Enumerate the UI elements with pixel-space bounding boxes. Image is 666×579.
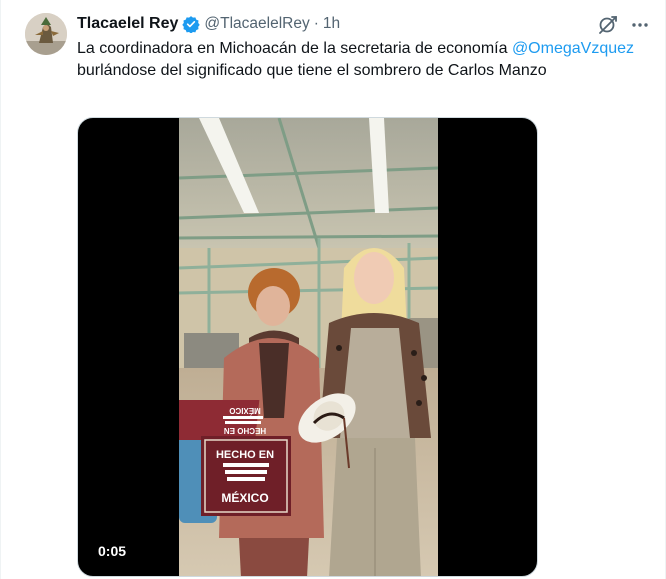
box-front-label-2: MÉXICO bbox=[221, 490, 268, 505]
avatar[interactable] bbox=[25, 13, 67, 55]
video-timer: 0:05 bbox=[98, 543, 127, 559]
box-top-label-1: MÉXICO bbox=[229, 406, 261, 415]
handle[interactable]: @TlacaelelRey bbox=[204, 15, 309, 33]
mention-link[interactable]: @OmegaVzquez bbox=[512, 40, 634, 57]
video-still: HECHO EN MÉXICO MÉXICO HECHO EN bbox=[179, 118, 438, 576]
timestamp[interactable]: 1h bbox=[323, 15, 340, 33]
tweet[interactable]: Tlacaelel Rey @TlacaelelRey · 1h La coor… bbox=[0, 0, 666, 579]
tweet-text-after: burlándose del significado que tiene el … bbox=[77, 62, 547, 79]
box-top-label-2: HECHO EN bbox=[224, 426, 266, 435]
separator-dot: · bbox=[313, 15, 319, 32]
tweet-header: Tlacaelel Rey @TlacaelelRey · 1h bbox=[77, 14, 340, 34]
avatar-image bbox=[25, 13, 67, 55]
video-frame: HECHO EN MÉXICO MÉXICO HECHO EN bbox=[179, 118, 438, 576]
video-player[interactable]: HECHO EN MÉXICO MÉXICO HECHO EN 0:05 bbox=[77, 117, 538, 577]
display-name[interactable]: Tlacaelel Rey bbox=[77, 15, 178, 33]
grok-icon[interactable] bbox=[597, 14, 619, 36]
verified-badge-icon[interactable] bbox=[182, 15, 201, 34]
tweet-text: La coordinadora en Michoacán de la secre… bbox=[77, 38, 655, 82]
more-icon[interactable] bbox=[629, 14, 651, 36]
tweet-text-before: La coordinadora en Michoacán de la secre… bbox=[77, 40, 512, 57]
box-front-label-1: HECHO EN bbox=[216, 449, 274, 461]
